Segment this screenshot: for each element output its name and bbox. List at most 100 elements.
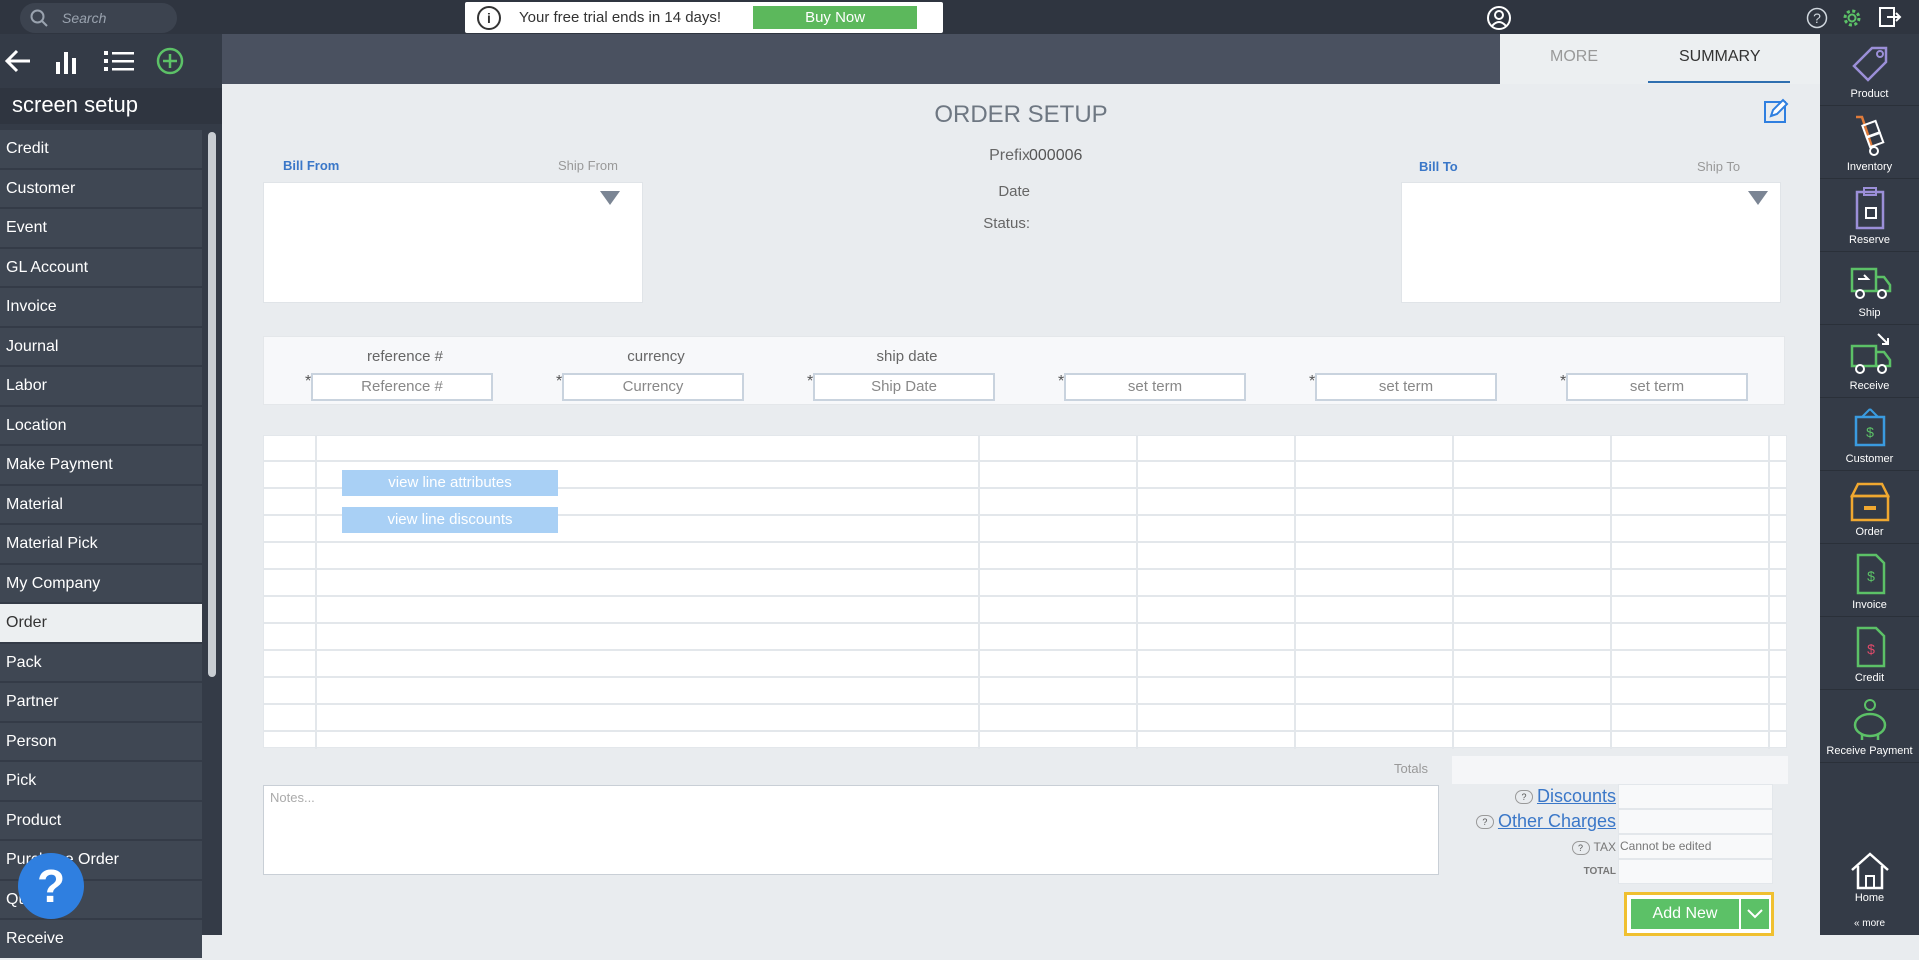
- line-items-grid[interactable]: view line attributes view line discounts: [263, 435, 1787, 749]
- ship-date-input[interactable]: Ship Date: [813, 373, 995, 401]
- set-term-input[interactable]: set term: [1315, 373, 1497, 401]
- add-circle-icon[interactable]: [156, 47, 184, 75]
- field-label: currency: [627, 348, 685, 365]
- search-icon: [30, 9, 48, 27]
- bill-to-label[interactable]: Bill To: [1419, 159, 1458, 174]
- dropdown-triangle-icon[interactable]: [600, 191, 620, 205]
- set-term-input[interactable]: set term: [1064, 373, 1246, 401]
- sidebar-item-location[interactable]: Location: [0, 406, 202, 444]
- sidebar-item-pack[interactable]: Pack: [0, 643, 202, 681]
- chevron-down-icon: [1747, 909, 1763, 919]
- active-tab-indicator: [1648, 81, 1790, 83]
- gear-icon[interactable]: [1840, 6, 1864, 30]
- sidebar-item-journal[interactable]: Journal: [0, 327, 202, 365]
- tab-more[interactable]: MORE: [1550, 48, 1598, 66]
- currency-input[interactable]: Currency: [562, 373, 744, 401]
- discounts-text[interactable]: Discounts: [1537, 786, 1616, 806]
- reference-input[interactable]: Reference #: [311, 373, 493, 401]
- right-nav-home[interactable]: Home: [1820, 844, 1919, 904]
- table-row: [264, 595, 1786, 597]
- right-nav-label: Inventory: [1846, 161, 1893, 173]
- set-term-input[interactable]: set term: [1566, 373, 1748, 401]
- logout-icon[interactable]: [1878, 6, 1902, 28]
- table-row: [264, 649, 1786, 651]
- right-nav-label: Product: [1850, 88, 1889, 100]
- sidebar-item-pick[interactable]: Pick: [0, 762, 202, 800]
- box-icon: [1849, 482, 1890, 522]
- notes-placeholder: Notes...: [270, 790, 315, 805]
- dropdown-triangle-icon[interactable]: [1748, 191, 1768, 205]
- question-bubble-icon[interactable]: ?: [1514, 790, 1533, 805]
- more-link[interactable]: « more: [1820, 918, 1919, 929]
- right-nav-receive-payment[interactable]: Receive Payment: [1820, 691, 1919, 763]
- add-new-button[interactable]: Add New: [1631, 899, 1739, 929]
- sidebar-item-receive[interactable]: Receive: [0, 920, 202, 958]
- svg-text:$: $: [1867, 641, 1875, 657]
- sidebar-item-my-company[interactable]: My Company: [0, 564, 202, 602]
- sidebar-item-person[interactable]: Person: [0, 722, 202, 760]
- sidebar-item-gl-account[interactable]: GL Account: [0, 248, 202, 286]
- bill-from-label[interactable]: Bill From: [283, 158, 339, 173]
- sidebar-item-partner[interactable]: Partner: [0, 683, 202, 721]
- right-nav-customer[interactable]: $ Customer: [1820, 399, 1919, 471]
- sidebar-item-material[interactable]: Material: [0, 485, 202, 523]
- sidebar-item-product[interactable]: Product: [0, 801, 202, 839]
- sidebar-item-event[interactable]: Event: [0, 209, 202, 247]
- right-nav-ship[interactable]: Ship: [1820, 253, 1919, 325]
- back-arrow-icon[interactable]: [4, 49, 32, 73]
- notes-textarea[interactable]: Notes...: [263, 785, 1439, 875]
- other-charges-link[interactable]: ? Other Charges: [1475, 811, 1616, 832]
- other-charges-text[interactable]: Other Charges: [1498, 811, 1616, 831]
- sidebar-item-credit[interactable]: Credit: [0, 130, 202, 168]
- right-nav-order[interactable]: Order: [1820, 472, 1919, 544]
- sidebar-scrollbar[interactable]: [208, 132, 216, 677]
- order-fields-row: reference # * Reference # currency * Cur…: [263, 336, 1785, 405]
- svg-text:$: $: [1867, 568, 1875, 584]
- sidebar-item-material-pick[interactable]: Material Pick: [0, 525, 202, 563]
- trial-text: Your free trial ends in 14 days!: [519, 9, 722, 26]
- buy-now-button[interactable]: Buy Now: [753, 6, 918, 29]
- info-icon: i: [477, 5, 501, 30]
- svg-text:$: $: [1866, 424, 1874, 440]
- ship-from-label[interactable]: Ship From: [558, 158, 618, 173]
- sidebar-toolbar: [0, 34, 222, 88]
- truck-receive-icon: [1850, 333, 1891, 374]
- sidebar-item-labor[interactable]: Labor: [0, 367, 202, 405]
- totals-label: Totals: [1394, 761, 1428, 776]
- right-nav-credit[interactable]: $ Credit: [1820, 618, 1919, 690]
- user-icon[interactable]: [1486, 5, 1512, 31]
- ship-to-label[interactable]: Ship To: [1697, 159, 1740, 174]
- table-row: [264, 568, 1786, 570]
- add-new-dropdown[interactable]: [1741, 899, 1769, 929]
- bar-chart-icon[interactable]: [54, 48, 82, 74]
- tax-row: ? TAX Cannot be edited: [1452, 834, 1788, 859]
- search-box[interactable]: Search: [20, 3, 177, 33]
- table-row: [264, 622, 1786, 624]
- help-bubble-button[interactable]: ?: [18, 853, 84, 919]
- sidebar-item-customer[interactable]: Customer: [0, 169, 202, 207]
- right-nav-inventory[interactable]: Inventory: [1820, 107, 1919, 179]
- tax-text: TAX: [1593, 840, 1616, 854]
- discounts-link[interactable]: ? Discounts: [1514, 786, 1616, 807]
- view-line-attributes-button[interactable]: view line attributes: [342, 470, 558, 496]
- sidebar-item-invoice[interactable]: Invoice: [0, 288, 202, 326]
- tab-summary[interactable]: SUMMARY: [1679, 48, 1761, 66]
- tax-label: ? TAX: [1571, 840, 1616, 855]
- right-nav-receive[interactable]: Receive: [1820, 326, 1919, 398]
- sidebar-item-order[interactable]: Order: [0, 604, 202, 642]
- list-icon[interactable]: [104, 49, 134, 73]
- right-nav-invoice[interactable]: $ Invoice: [1820, 545, 1919, 617]
- question-bubble-icon[interactable]: ?: [1571, 840, 1590, 855]
- bill-to-box[interactable]: [1401, 182, 1781, 303]
- field-label: reference #: [367, 348, 443, 365]
- question-bubble-icon[interactable]: ?: [1475, 815, 1494, 830]
- add-new-highlight: Add New: [1624, 892, 1774, 936]
- sidebar-item-make-payment[interactable]: Make Payment: [0, 446, 202, 484]
- total-value: [1618, 859, 1773, 884]
- bill-from-box[interactable]: [263, 182, 643, 303]
- totals-header-bar: [1452, 756, 1788, 784]
- right-nav-product[interactable]: Product: [1820, 34, 1919, 106]
- view-line-discounts-button[interactable]: view line discounts: [342, 507, 558, 533]
- right-nav-reserve[interactable]: Reserve: [1820, 180, 1919, 252]
- help-icon[interactable]: ?: [1806, 7, 1828, 29]
